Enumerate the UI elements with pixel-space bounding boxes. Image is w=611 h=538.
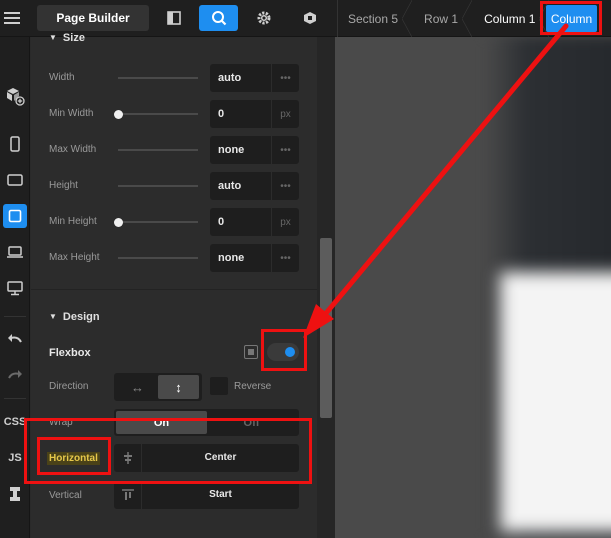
more-options-icon[interactable]: ••• — [271, 64, 299, 92]
size-section-header[interactable]: ▼ Size — [49, 32, 85, 44]
horizontal-align-select[interactable]: Center — [114, 444, 299, 472]
min-height-label: Min Height — [49, 216, 97, 227]
direction-toggle-group: ↔ ↕ — [114, 373, 202, 401]
height-label: Height — [49, 180, 78, 191]
collapse-triangle-icon: ▼ — [49, 312, 57, 321]
min-width-slider-knob[interactable] — [114, 110, 123, 119]
min-width-value: 0 — [218, 108, 225, 120]
reverse-label: Reverse — [234, 381, 272, 392]
wrap-off-button[interactable]: Off — [206, 411, 297, 434]
tablet-icon[interactable] — [0, 204, 30, 228]
min-height-slider-knob[interactable] — [114, 218, 123, 227]
align-vertical-icon — [114, 481, 142, 509]
align-horizontal-icon — [114, 444, 142, 472]
hamburger-icon[interactable] — [4, 9, 20, 25]
shield-icon[interactable] — [295, 5, 325, 31]
width-field[interactable]: auto ••• — [210, 64, 299, 92]
laptop-icon[interactable] — [0, 240, 30, 264]
collapse-triangle-icon: ▼ — [49, 33, 57, 42]
max-height-value: none — [218, 252, 245, 264]
gear-icon[interactable] — [249, 5, 279, 31]
max-width-value: none — [218, 144, 245, 156]
breadcrumb-section[interactable]: Section 5 — [338, 0, 414, 37]
horizontal-label: Horizontal — [47, 452, 100, 465]
vertical-align-select[interactable]: Start — [114, 481, 299, 509]
max-width-label: Max Width — [49, 144, 97, 155]
unit-label[interactable]: px — [271, 208, 299, 236]
size-section-title: Size — [62, 32, 85, 44]
vertical-value: Start — [209, 489, 232, 500]
breadcrumb-active-column[interactable]: Column — [546, 5, 597, 32]
section-divider — [31, 289, 317, 290]
more-options-icon[interactable]: ••• — [271, 244, 299, 272]
js-button[interactable]: JS — [0, 446, 30, 470]
height-slider[interactable] — [118, 185, 198, 187]
horizontal-value: Center — [204, 452, 237, 463]
wrap-on-button[interactable]: On — [116, 411, 207, 434]
preview-white-block — [500, 272, 611, 532]
direction-label: Direction — [49, 381, 89, 392]
css-label: CSS — [3, 416, 27, 428]
max-width-slider[interactable] — [118, 149, 198, 151]
page-builder-button[interactable]: Page Builder — [37, 5, 149, 31]
desktop-icon[interactable] — [0, 276, 30, 300]
min-width-field[interactable]: 0 px — [210, 100, 299, 128]
css-button[interactable]: CSS — [0, 410, 30, 434]
direction-vertical-button[interactable]: ↕ — [158, 375, 199, 399]
more-options-icon[interactable]: ••• — [271, 172, 299, 200]
min-height-value: 0 — [218, 216, 225, 228]
add-element-icon[interactable] — [0, 84, 30, 108]
max-width-field[interactable]: none ••• — [210, 136, 299, 164]
breadcrumb: Section 5 Row 1 Column 1 — [337, 0, 551, 37]
toolbar-divider — [4, 398, 26, 399]
min-height-field[interactable]: 0 px — [210, 208, 299, 236]
search-icon[interactable] — [199, 5, 238, 31]
wrap-toggle-group: On Off — [114, 409, 299, 436]
width-value: auto — [218, 72, 242, 84]
flexbox-label: Flexbox — [49, 347, 91, 359]
direction-horizontal-button[interactable]: ↔ — [117, 375, 158, 399]
scrollbar-thumb[interactable] — [320, 238, 332, 418]
vertical-label: Vertical — [49, 490, 82, 501]
breadcrumb-row[interactable]: Row 1 — [414, 0, 474, 37]
breadcrumb-column[interactable]: Column 1 — [474, 0, 551, 37]
reverse-checkbox[interactable] — [210, 377, 228, 395]
more-options-icon[interactable]: ••• — [271, 136, 299, 164]
max-height-label: Max Height — [49, 252, 100, 263]
width-label: Width — [49, 72, 75, 83]
max-height-field[interactable]: none ••• — [210, 244, 299, 272]
width-slider[interactable] — [118, 77, 198, 79]
js-label: JS — [8, 452, 22, 464]
min-width-slider[interactable] — [118, 113, 198, 115]
flexbox-layout-icon[interactable] — [244, 345, 258, 359]
max-height-slider[interactable] — [118, 257, 198, 259]
wrap-label: Wrap — [49, 417, 73, 428]
min-height-slider[interactable] — [118, 221, 198, 223]
redo-icon[interactable] — [0, 362, 30, 386]
canvas-preview[interactable] — [335, 37, 611, 538]
toggle-knob — [285, 347, 295, 357]
template-icon[interactable] — [0, 482, 30, 506]
design-section-header[interactable]: ▼ Design — [49, 311, 100, 323]
mobile-icon[interactable] — [0, 132, 30, 156]
tablet-landscape-icon[interactable] — [0, 168, 30, 192]
min-width-label: Min Width — [49, 108, 94, 119]
height-field[interactable]: auto ••• — [210, 172, 299, 200]
sidebar-toggle-icon[interactable] — [159, 5, 189, 31]
undo-icon[interactable] — [0, 326, 30, 350]
top-bar: Page Builder Section 5 Row 1 Column 1 Co… — [0, 0, 611, 37]
design-section-title: Design — [62, 311, 100, 323]
flexbox-toggle[interactable] — [267, 343, 299, 361]
unit-label[interactable]: px — [271, 100, 299, 128]
height-value: auto — [218, 180, 242, 192]
toolbar-divider — [4, 316, 26, 317]
